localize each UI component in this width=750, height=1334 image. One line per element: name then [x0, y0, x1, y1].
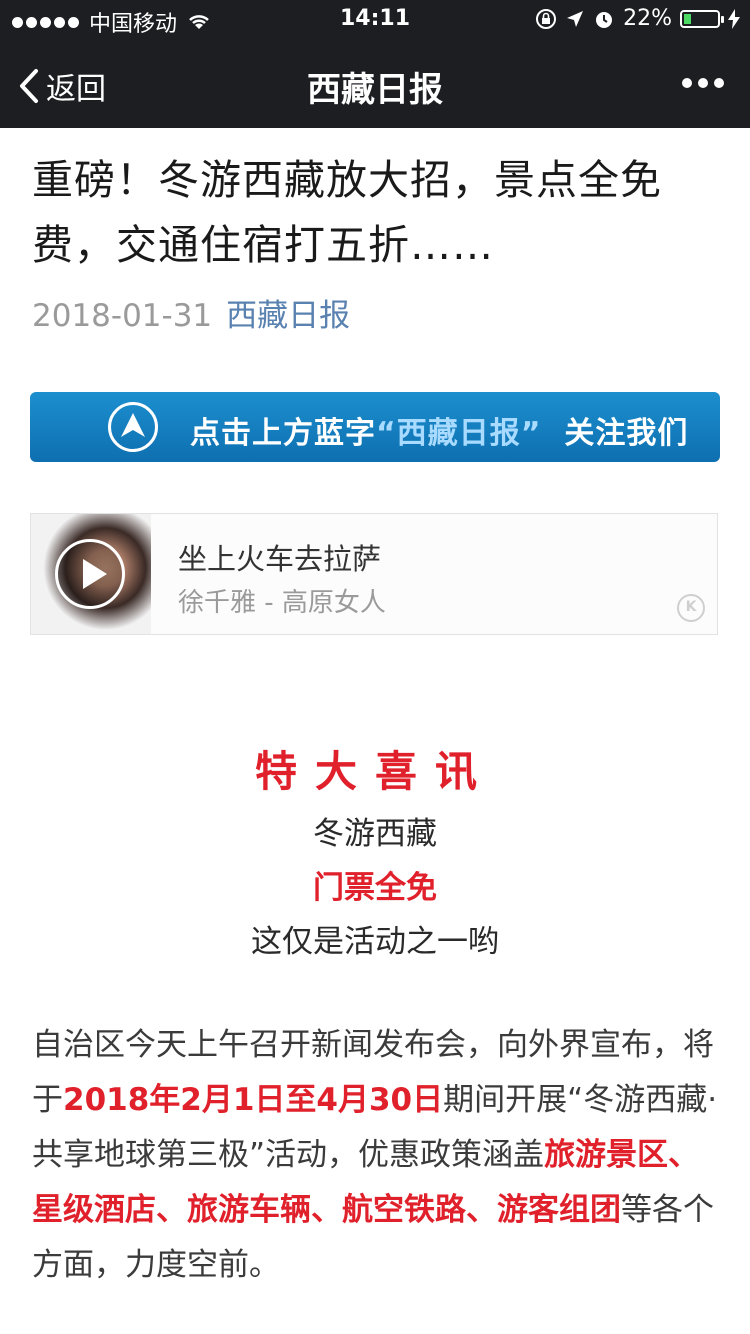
follow-banner-text: 点击上方蓝字“西藏日报” 关注我们	[190, 416, 689, 451]
alarm-icon	[596, 11, 613, 28]
follow-banner[interactable]: 点击上方蓝字“西藏日报” 关注我们	[30, 392, 720, 462]
page-title: 西藏日报	[307, 70, 443, 110]
subhead-line-1: 冬游西藏	[313, 816, 437, 852]
battery-icon	[680, 9, 724, 28]
headline: 特大喜讯	[254, 747, 495, 796]
song-artist: 徐千雅 - 高原女人	[178, 588, 386, 618]
body-paragraph: 自治区今天上午召开新闻发布会，向外界宣布，将于2018年2月1日至4月30日期间…	[32, 1027, 718, 1283]
location-icon	[567, 10, 584, 27]
subhead-line-2: 门票全免	[313, 870, 437, 906]
account-link[interactable]: 西藏日报	[226, 298, 350, 334]
publish-date: 2018-01-31	[32, 298, 213, 334]
more-menu-button[interactable]	[682, 78, 724, 88]
music-source-icon: K	[677, 594, 705, 622]
nav-bar: 返回 西藏日报	[0, 40, 750, 128]
song-title: 坐上火车去拉萨	[178, 542, 382, 576]
status-right: 22%	[535, 6, 740, 31]
rotation-lock-icon	[536, 8, 557, 29]
article-meta: 2018-01-31 西藏日报	[32, 296, 350, 336]
article-title: 重磅！冬游西藏放大招，景点全免费，交通住宿打五折……	[32, 156, 662, 269]
navigation-arrow-icon	[108, 402, 158, 452]
album-cover	[31, 514, 151, 634]
status-bar: 中国移动 14:11 22%	[0, 0, 750, 40]
charging-icon	[728, 8, 740, 29]
subhead-line-3: 这仅是活动之一哟	[251, 924, 499, 960]
play-icon[interactable]	[55, 539, 125, 609]
music-player-card[interactable]: 坐上火车去拉萨 徐千雅 - 高原女人 K	[30, 513, 718, 635]
battery-percent: 22%	[623, 6, 672, 31]
